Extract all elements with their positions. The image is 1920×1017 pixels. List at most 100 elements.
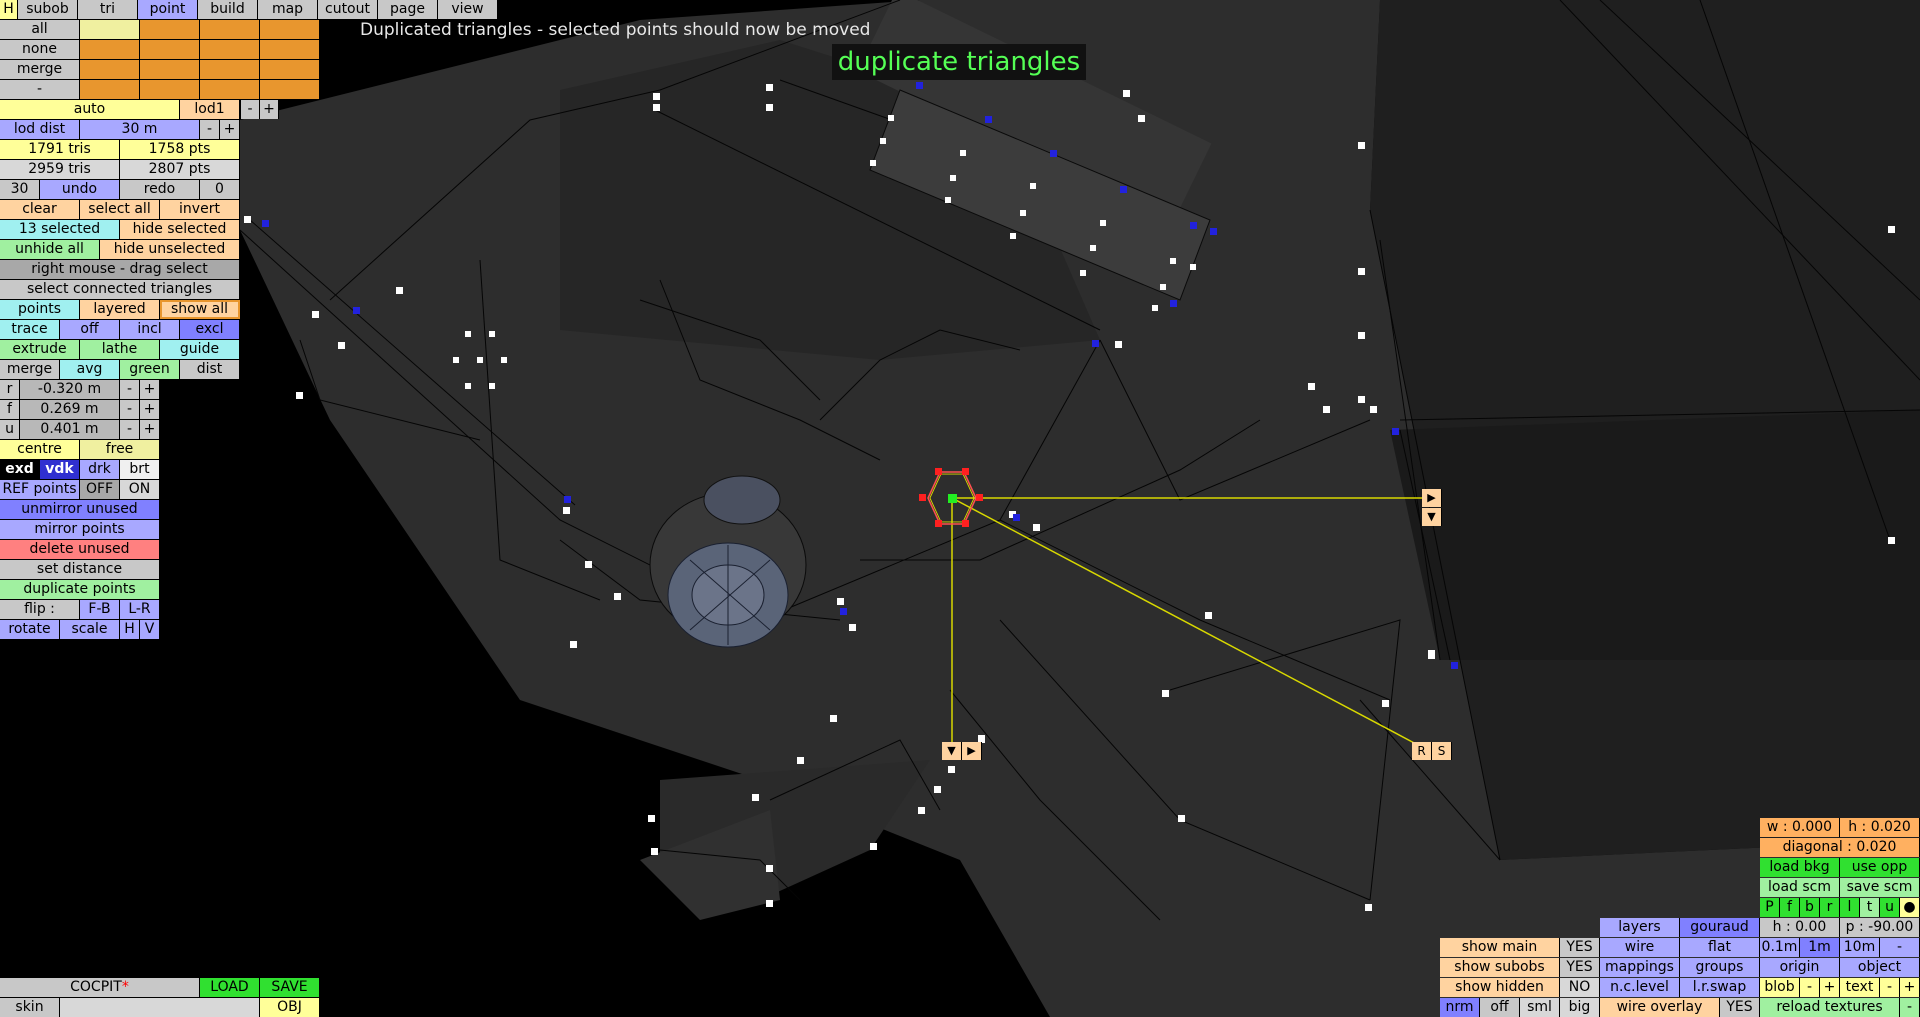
trace-excl-button[interactable]: excl [180,320,240,339]
color-cell[interactable] [260,40,320,59]
object-button[interactable]: object [1840,958,1920,977]
trace-off-button[interactable]: off [60,320,120,339]
color-cell[interactable] [140,20,200,39]
view-p-button[interactable]: P [1760,898,1780,917]
lod-button[interactable]: lod1 [180,100,240,119]
origin-button[interactable]: origin [1760,958,1840,977]
mappings-button[interactable]: mappings [1600,958,1680,977]
shade-vdk-button[interactable]: vdk [40,460,80,479]
color-cell[interactable] [80,60,140,79]
show-hidden-button[interactable]: show hidden [1440,978,1560,997]
invert-button[interactable]: invert [160,200,240,219]
shade-drk-button[interactable]: drk [80,460,120,479]
save-button[interactable]: SAVE [260,978,320,997]
color-cell[interactable] [260,80,320,99]
view-f-button[interactable]: f [1780,898,1800,917]
gizmo-right-button[interactable]: ▶ [962,742,982,760]
color-cell[interactable] [200,80,260,99]
color-cell[interactable] [140,80,200,99]
flip-lr-button[interactable]: L-R [120,600,160,619]
skin-button[interactable]: skin [0,998,60,1017]
gizmo-axis-right-button[interactable]: ▶ [1422,489,1442,507]
color-cell[interactable] [140,40,200,59]
gizmo-centre[interactable] [948,494,957,503]
wire-overlay-button[interactable]: wire overlay [1600,998,1720,1017]
delete-unused-button[interactable]: delete unused [0,540,160,559]
ref-points-on-button[interactable]: ON [120,480,160,499]
points-button[interactable]: points [0,300,80,319]
reload-textures-button[interactable]: reload textures [1760,998,1900,1017]
gouraud-button[interactable]: gouraud [1680,918,1760,937]
tab-point[interactable]: point [138,0,198,19]
view-dot-button[interactable]: ● [1900,898,1920,917]
load-button[interactable]: LOAD [200,978,260,997]
tab-map[interactable]: map [258,0,318,19]
mirror-points-button[interactable]: mirror points [0,520,160,539]
grid-1m-button[interactable]: 1m [1800,938,1840,957]
ref-points-off-button[interactable]: OFF [80,480,120,499]
skin-field[interactable] [60,998,260,1017]
select-all-row[interactable]: all [0,20,80,39]
color-cell[interactable] [80,40,140,59]
coord-f-value[interactable]: 0.269 m [20,400,120,419]
guide-button[interactable]: guide [160,340,240,359]
text-button[interactable]: text [1840,978,1880,997]
trace-button[interactable]: trace [0,320,60,339]
tab-page[interactable]: page [378,0,438,19]
obj-button[interactable]: OBJ [260,998,320,1017]
select-merge-row[interactable]: merge [0,60,80,79]
grid-10m-button[interactable]: 10m [1840,938,1880,957]
lod-plus-button[interactable]: + [260,100,279,119]
auto-button[interactable]: auto [0,100,180,119]
nc-level-button[interactable]: n.c.level [1600,978,1680,997]
set-distance-button[interactable]: set distance [0,560,160,579]
text-plus-button[interactable]: + [1900,978,1920,997]
use-opp-button[interactable]: use opp [1840,858,1920,877]
coord-u-minus[interactable]: - [120,420,140,439]
unhide-all-button[interactable]: unhide all [0,240,100,259]
tab-subob[interactable]: subob [18,0,78,19]
select-dash-row[interactable]: - [0,80,80,99]
select-all-button[interactable]: select all [80,200,160,219]
wire-button[interactable]: wire [1600,938,1680,957]
color-cell[interactable] [200,20,260,39]
dist-button[interactable]: dist [180,360,240,379]
size-big-button[interactable]: big [1560,998,1600,1017]
show-subobs-button[interactable]: show subobs [1440,958,1560,977]
lod-dist-minus-button[interactable]: - [200,120,220,139]
centre-button[interactable]: centre [0,440,80,459]
coord-u-value[interactable]: 0.401 m [20,420,120,439]
tab-view[interactable]: view [438,0,498,19]
blob-plus-button[interactable]: + [1820,978,1840,997]
redo-button[interactable]: redo [120,180,200,199]
clear-button[interactable]: clear [0,200,80,219]
right-mouse-drag-select[interactable]: right mouse - drag select [0,260,240,279]
coord-f-minus[interactable]: - [120,400,140,419]
color-cell[interactable] [200,60,260,79]
coord-u-plus[interactable]: + [140,420,160,439]
shade-exd-button[interactable]: exd [0,460,40,479]
size-off-button[interactable]: off [1480,998,1520,1017]
view-t-button[interactable]: t [1860,898,1880,917]
save-scm-button[interactable]: save scm [1840,878,1920,897]
lod-minus-button[interactable]: - [241,100,260,119]
coord-r-value[interactable]: -0.320 m [20,380,120,399]
grid-01m-button[interactable]: 0.1m [1760,938,1800,957]
rotate-button[interactable]: rotate [0,620,60,639]
scale-button[interactable]: scale [60,620,120,639]
lathe-button[interactable]: lathe [80,340,160,359]
file-name[interactable]: COCPIT* [0,978,200,997]
show-main-button[interactable]: show main [1440,938,1560,957]
show-main-yes[interactable]: YES [1560,938,1600,957]
tab-h[interactable]: H [0,0,18,19]
extrude-button[interactable]: extrude [0,340,80,359]
hide-selected-button[interactable]: hide selected [120,220,240,239]
gizmo-axis-down-button[interactable]: ▼ [1422,508,1442,526]
hide-unselected-button[interactable]: hide unselected [100,240,240,259]
tab-cutout[interactable]: cutout [318,0,378,19]
color-cell[interactable] [260,60,320,79]
merge-button[interactable]: merge [0,360,60,379]
layers-button[interactable]: layers [1600,918,1680,937]
gizmo-rotate-button[interactable]: R [1412,742,1432,760]
select-connected-button[interactable]: select connected triangles [0,280,240,299]
